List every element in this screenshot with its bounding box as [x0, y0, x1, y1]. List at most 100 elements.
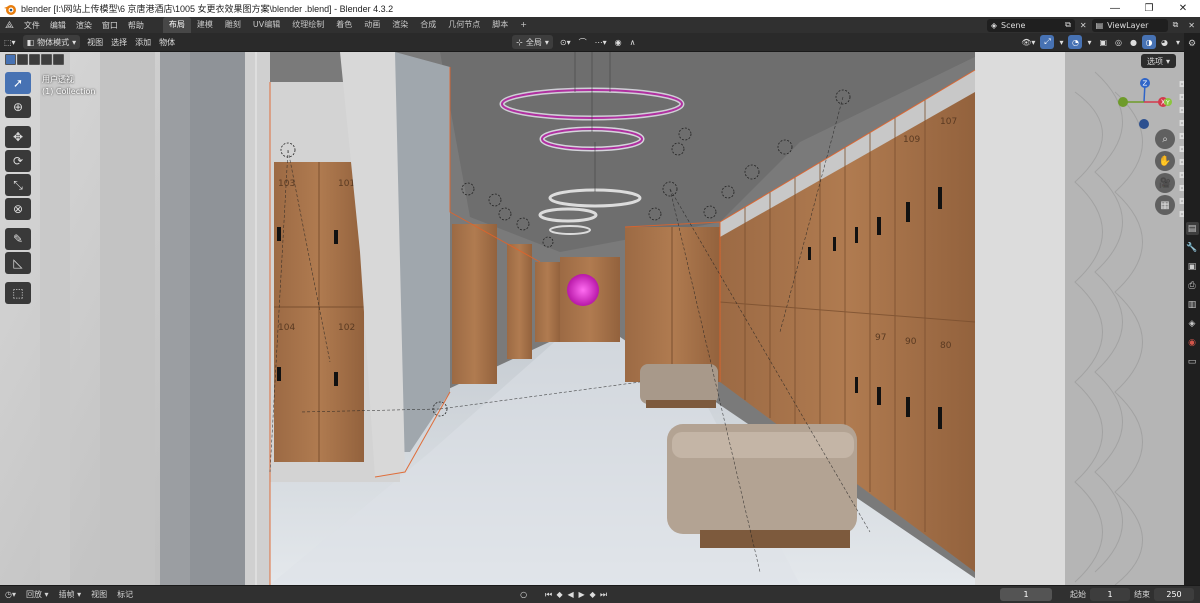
transform-orientation-dropdown[interactable]: ⊹ 全局 ▾	[512, 35, 553, 49]
3d-viewport[interactable]: 103 101 104 102 109 107 97 90 80	[0, 52, 1184, 585]
properties-tabs: ⚙ ▤ 🔧 ▣ ⎙ ▥ ◈ ◉ ▭	[1184, 33, 1200, 585]
jump-end-icon[interactable]: ⏭	[598, 589, 609, 600]
tab-animation[interactable]: 动画	[358, 17, 386, 33]
blender-menu-icon[interactable]: ⟁	[0, 20, 19, 31]
world-icon[interactable]: ◉	[1186, 336, 1199, 349]
rotate-icon[interactable]: ⟳	[5, 150, 31, 172]
menu-file[interactable]: 文件	[19, 20, 45, 31]
collection-icon[interactable]: ▭	[1186, 355, 1199, 368]
tab-uv-editing[interactable]: UV编辑	[247, 17, 286, 33]
snap-options-icon[interactable]: ⋯▾	[591, 35, 611, 49]
add-cube-icon[interactable]: ⬚	[5, 282, 31, 304]
gizmo-dropdown-icon[interactable]: ▾	[1055, 35, 1067, 49]
current-frame-field[interactable]: 1	[1000, 588, 1052, 601]
tab-geometry-nodes[interactable]: 几何节点	[442, 17, 486, 33]
record-icon[interactable]: ○	[518, 589, 529, 600]
options-dropdown[interactable]: 选项 ▾	[1141, 54, 1177, 68]
falloff-icon[interactable]: ∧	[626, 35, 640, 49]
wrench-icon[interactable]: 🔧	[1186, 241, 1199, 254]
tab-scripting[interactable]: 脚本	[486, 17, 514, 33]
menu-add[interactable]: 添加	[131, 35, 155, 49]
zoom-icon[interactable]: ⌕	[1155, 129, 1175, 149]
move-icon[interactable]: ✥	[5, 126, 31, 148]
xray-icon[interactable]: ▣	[1095, 35, 1111, 49]
gizmo-toggle-icon[interactable]: ⤢	[1040, 35, 1055, 49]
select-box-icon[interactable]: ➚	[5, 72, 31, 94]
pan-hand-icon[interactable]: ✋	[1155, 151, 1175, 171]
menu-help[interactable]: 帮助	[123, 20, 149, 31]
close-button[interactable]: ✕	[1166, 0, 1200, 17]
visibility-icon[interactable]: 👁▾	[1017, 35, 1039, 49]
tab-shading[interactable]: 着色	[330, 17, 358, 33]
select-subtract-icon[interactable]	[29, 54, 40, 65]
maximize-button[interactable]: ❐	[1132, 0, 1166, 17]
render-icon[interactable]: ▣	[1186, 260, 1199, 273]
start-frame-field[interactable]: 1	[1090, 588, 1130, 601]
mode-dropdown[interactable]: ◧ 物体模式 ▾	[22, 35, 81, 49]
select-new-icon[interactable]	[5, 54, 16, 65]
annotate-icon[interactable]: ✎	[5, 228, 31, 250]
select-extend-icon[interactable]	[17, 54, 28, 65]
scene-selector[interactable]: ◈ Scene ⧉	[986, 18, 1075, 32]
camera-view-icon[interactable]: 🎥	[1155, 173, 1175, 193]
end-frame-field[interactable]: 250	[1154, 588, 1194, 601]
tool-settings-icon[interactable]: ⚙	[1186, 37, 1199, 50]
tab-rendering[interactable]: 渲染	[386, 17, 414, 33]
menu-render[interactable]: 渲染	[71, 20, 97, 31]
tab-texture-paint[interactable]: 纹理绘制	[286, 17, 330, 33]
tool-tab-icon[interactable]: ▤	[1185, 222, 1199, 235]
timeline-editor-icon[interactable]: ◷▾	[0, 590, 21, 599]
jump-start-icon[interactable]: ⏮	[543, 589, 554, 600]
minimize-button[interactable]: —	[1098, 0, 1132, 17]
pivot-icon[interactable]: ⊙▾	[556, 35, 575, 49]
prev-keyframe-icon[interactable]: ◆	[554, 589, 565, 600]
menu-marker[interactable]: 标记	[112, 589, 138, 600]
locker-number: 101	[338, 179, 355, 189]
delete-viewlayer-icon[interactable]: ✕	[1183, 21, 1200, 30]
overlay-toggle-icon[interactable]: ◔	[1068, 35, 1083, 49]
select-invert-icon[interactable]	[41, 54, 52, 65]
menu-playback[interactable]: 回放 ▾	[21, 589, 54, 600]
transform-icon[interactable]: ⊗	[5, 198, 31, 220]
shading-options-icon[interactable]: ▾	[1172, 35, 1184, 49]
tab-modeling[interactable]: 建模	[191, 17, 219, 33]
measure-icon[interactable]: ◺	[5, 252, 31, 274]
menu-object[interactable]: 物体	[155, 35, 179, 49]
proportional-edit-icon[interactable]: ◉	[611, 35, 626, 49]
menu-keying[interactable]: 插帧 ▾	[54, 589, 87, 600]
snap-icon[interactable]: ⌒	[575, 35, 591, 49]
wireframe-shading-icon[interactable]: ◎	[1111, 35, 1126, 49]
tab-layout[interactable]: 布局	[162, 17, 191, 33]
scene-props-icon[interactable]: ◈	[1186, 317, 1199, 330]
menu-window[interactable]: 窗口	[97, 20, 123, 31]
menu-view[interactable]: 视图	[83, 35, 107, 49]
editor-type-icon[interactable]: ⬚▾	[0, 35, 20, 49]
scale-icon[interactable]: ⤡	[5, 174, 31, 196]
play-icon[interactable]: ▶	[576, 589, 587, 600]
ortho-grid-icon[interactable]: ▦	[1155, 195, 1175, 215]
tab-sculpting[interactable]: 雕刻	[219, 17, 247, 33]
neg-y-axis-icon[interactable]	[1118, 97, 1128, 107]
material-shading-icon[interactable]: ◑	[1142, 35, 1156, 49]
next-keyframe-icon[interactable]: ◆	[587, 589, 598, 600]
rendered-shading-icon[interactable]: ◕	[1157, 35, 1172, 49]
neg-z-axis-icon[interactable]	[1139, 119, 1149, 129]
output-icon[interactable]: ⎙	[1186, 279, 1199, 292]
cursor-icon[interactable]: ⊕	[5, 96, 31, 118]
scene-icon: ◈	[990, 20, 998, 30]
copy-viewlayer-icon[interactable]: ⧉	[1168, 20, 1184, 30]
end-label: 结束	[1134, 590, 1150, 599]
menu-timeline-view[interactable]: 视图	[86, 589, 112, 600]
play-reverse-icon[interactable]: ◀	[565, 589, 576, 600]
solid-shading-icon[interactable]: ●	[1126, 35, 1141, 49]
delete-scene-icon[interactable]: ✕	[1075, 21, 1092, 30]
view-layer-icon[interactable]: ▥	[1186, 298, 1199, 311]
select-intersect-icon[interactable]	[53, 54, 64, 65]
overlay-dropdown-icon[interactable]: ▾	[1083, 35, 1095, 49]
menu-select[interactable]: 选择	[107, 35, 131, 49]
menu-edit[interactable]: 编辑	[45, 20, 71, 31]
tab-compositing[interactable]: 合成	[414, 17, 442, 33]
add-workspace-button[interactable]: +	[514, 17, 533, 33]
navigation-gizmo[interactable]: Z X Y	[1114, 74, 1174, 134]
viewlayer-selector[interactable]: ▤ ViewLayer	[1091, 18, 1168, 32]
